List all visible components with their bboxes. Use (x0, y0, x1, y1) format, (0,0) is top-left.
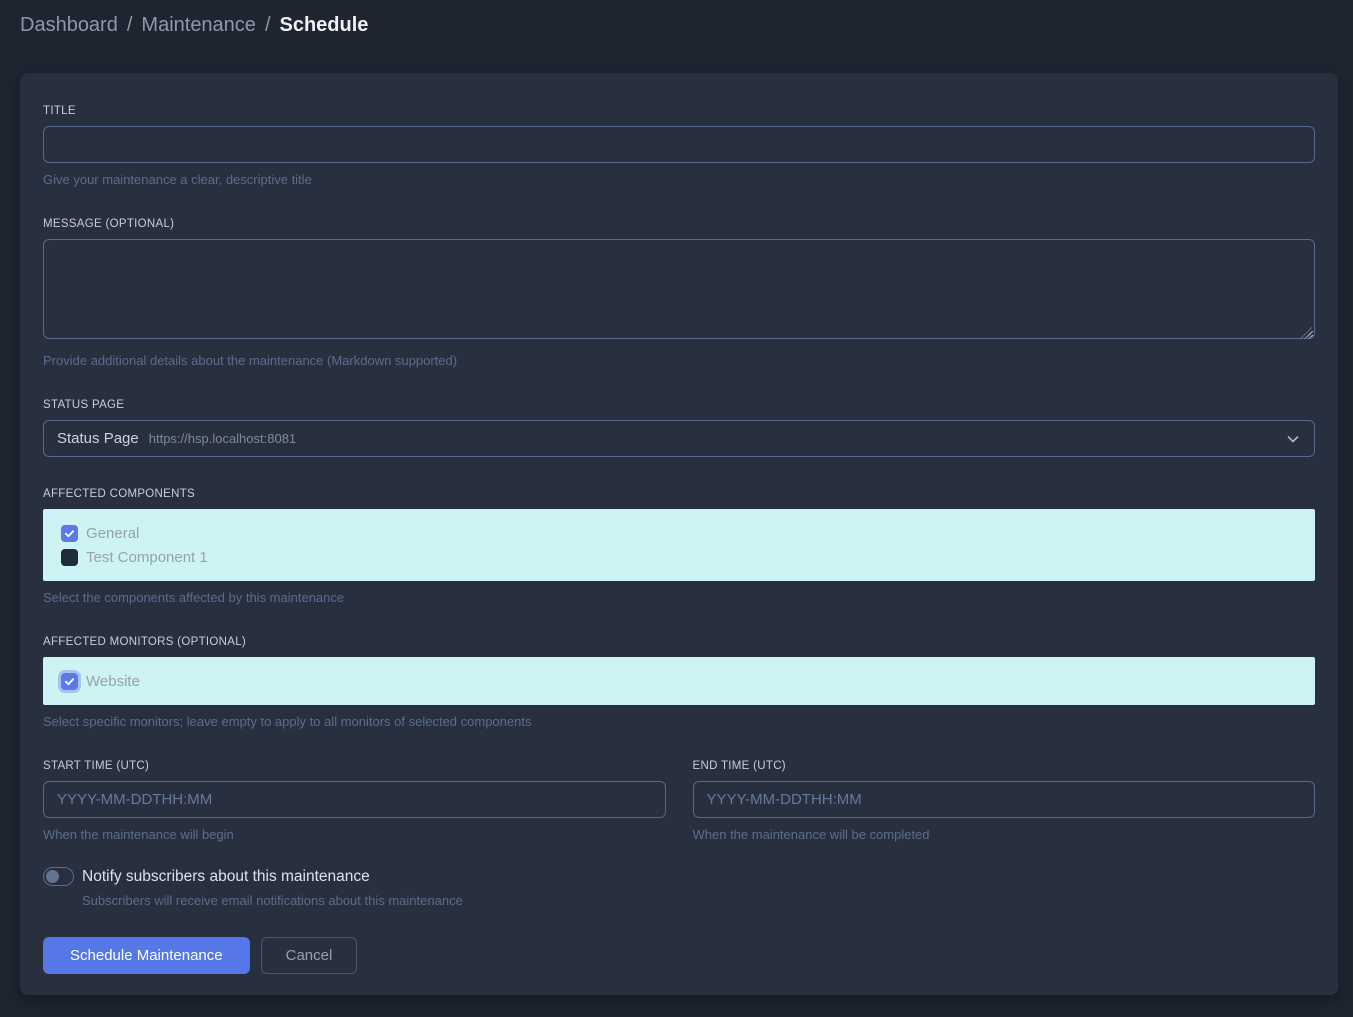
checkbox-test-component-1[interactable] (61, 549, 78, 566)
toggle-knob (46, 870, 59, 883)
title-label: TITLE (43, 105, 1315, 117)
schedule-maintenance-form-card: TITLE Give your maintenance a clear, des… (20, 73, 1338, 995)
end-time-field-group: END TIME (UTC) When the maintenance will… (693, 760, 1316, 842)
title-input[interactable] (43, 126, 1315, 163)
affected-monitors-label: AFFECTED MONITORS (OPTIONAL) (43, 636, 1315, 648)
monitor-option-label[interactable]: Website (86, 673, 140, 690)
notify-subscribers-group: Notify subscribers about this maintenanc… (43, 867, 1315, 908)
title-field-group: TITLE Give your maintenance a clear, des… (43, 105, 1315, 187)
breadcrumb-current-schedule: Schedule (280, 14, 369, 37)
breadcrumb: Dashboard / Maintenance / Schedule (20, 14, 368, 37)
status-page-label: STATUS PAGE (43, 399, 1315, 411)
affected-monitors-helper-text: Select specific monitors; leave empty to… (43, 714, 1315, 729)
status-page-selected-name: Status Page (57, 430, 139, 447)
status-page-select[interactable]: Status Page https://hsp.localhost:8081 (43, 420, 1315, 457)
message-field-group: MESSAGE (OPTIONAL) Provide additional de… (43, 218, 1315, 368)
checkbox-website[interactable] (61, 673, 78, 690)
top-bar: Dashboard / Maintenance / Schedule (0, 0, 1353, 50)
message-label: MESSAGE (OPTIONAL) (43, 218, 1315, 230)
message-helper-text: Provide additional details about the mai… (43, 353, 1315, 368)
component-option-label[interactable]: General (86, 525, 139, 542)
end-time-helper-text: When the maintenance will be completed (693, 827, 1316, 842)
affected-components-label: AFFECTED COMPONENTS (43, 488, 1315, 500)
notify-subscribers-helper-text: Subscribers will receive email notificat… (82, 893, 1315, 908)
start-time-field-group: START TIME (UTC) When the maintenance wi… (43, 760, 666, 842)
checkbox-general[interactable] (61, 525, 78, 542)
time-fields-row: START TIME (UTC) When the maintenance wi… (43, 760, 1315, 842)
start-time-helper-text: When the maintenance will begin (43, 827, 666, 842)
cancel-button[interactable]: Cancel (261, 937, 358, 974)
affected-components-field-group: AFFECTED COMPONENTS General Test Compone… (43, 488, 1315, 605)
affected-components-helper-text: Select the components affected by this m… (43, 590, 1315, 605)
end-time-input[interactable] (693, 781, 1316, 818)
checkmark-icon (64, 676, 75, 687)
notify-subscribers-toggle[interactable] (43, 867, 74, 886)
status-page-field-group: STATUS PAGE Status Page https://hsp.loca… (43, 399, 1315, 457)
status-page-selected-url: https://hsp.localhost:8081 (149, 431, 296, 446)
affected-components-list: General Test Component 1 (43, 509, 1315, 581)
monitor-option-website[interactable]: Website (61, 669, 1297, 693)
affected-monitors-list: Website (43, 657, 1315, 705)
notify-subscribers-label[interactable]: Notify subscribers about this maintenanc… (82, 868, 370, 886)
end-time-label: END TIME (UTC) (693, 760, 1316, 772)
component-option-general[interactable]: General (61, 521, 1297, 545)
affected-monitors-field-group: AFFECTED MONITORS (OPTIONAL) Website Sel… (43, 636, 1315, 729)
schedule-maintenance-button[interactable]: Schedule Maintenance (43, 937, 250, 974)
component-option-test-component-1[interactable]: Test Component 1 (61, 545, 1297, 569)
checkmark-icon (64, 528, 75, 539)
message-textarea[interactable] (43, 239, 1315, 339)
chevron-down-icon (1285, 431, 1301, 447)
breadcrumb-dashboard[interactable]: Dashboard (20, 14, 118, 37)
start-time-input[interactable] (43, 781, 666, 818)
form-actions: Schedule Maintenance Cancel (43, 937, 1315, 974)
breadcrumb-separator: / (127, 14, 133, 37)
start-time-label: START TIME (UTC) (43, 760, 666, 772)
component-option-label[interactable]: Test Component 1 (86, 549, 208, 566)
breadcrumb-separator: / (265, 14, 271, 37)
breadcrumb-maintenance[interactable]: Maintenance (141, 14, 256, 37)
title-helper-text: Give your maintenance a clear, descripti… (43, 172, 1315, 187)
